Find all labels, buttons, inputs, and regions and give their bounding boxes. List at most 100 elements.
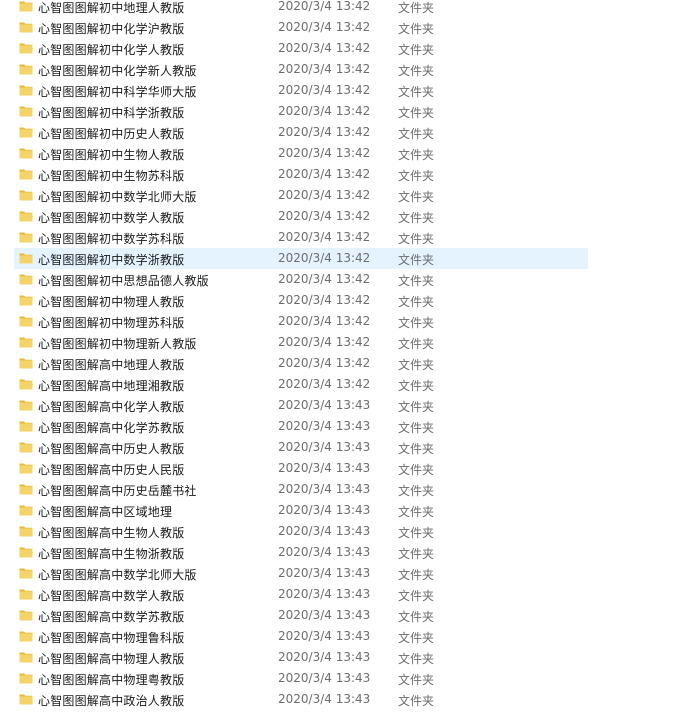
date-modified: 2020/3/4 13:42	[278, 272, 371, 286]
folder-icon	[19, 147, 33, 159]
file-name[interactable]: 心智图图解初中物理人教版	[38, 293, 184, 310]
date-modified: 2020/3/4 13:42	[278, 335, 371, 349]
folder-icon	[19, 0, 33, 12]
file-type: 文件夹	[398, 526, 435, 540]
file-type: 文件夹	[398, 169, 435, 183]
date-modified: 2020/3/4 13:43	[278, 545, 371, 559]
list-item[interactable]: 心智图图解初中历史人教版 2020/3/4 13:42 文件夹	[0, 122, 690, 143]
list-item[interactable]: 心智图图解初中生物人教版 2020/3/4 13:42 文件夹	[0, 143, 690, 164]
list-item[interactable]: 心智图图解初中数学人教版 2020/3/4 13:42 文件夹	[0, 206, 690, 227]
file-name[interactable]: 心智图图解初中物理苏科版	[38, 314, 184, 331]
folder-icon	[19, 693, 33, 705]
list-item[interactable]: 心智图图解初中思想品德人教版 2020/3/4 13:42 文件夹	[0, 269, 690, 290]
file-type: 文件夹	[398, 316, 435, 330]
file-name[interactable]: 心智图图解初中数学人教版	[38, 209, 184, 226]
list-item[interactable]: 心智图图解初中生物苏科版 2020/3/4 13:42 文件夹	[0, 164, 690, 185]
folder-icon	[19, 231, 33, 243]
list-item[interactable]: 心智图图解高中历史人教版 2020/3/4 13:43 文件夹	[0, 437, 690, 458]
date-modified: 2020/3/4 13:42	[278, 146, 371, 160]
list-item[interactable]: 心智图图解高中物理鲁科版 2020/3/4 13:43 文件夹	[0, 626, 690, 647]
file-type: 文件夹	[398, 232, 435, 246]
file-name[interactable]: 心智图图解高中生物人教版	[38, 524, 184, 541]
list-item[interactable]: 心智图图解高中历史岳麓书社 2020/3/4 13:43 文件夹	[0, 479, 690, 500]
file-list: 心智图图解初中地理人教版 2020/3/4 13:42 文件夹 心智图图解初中化学沪教…	[0, 0, 690, 710]
file-name[interactable]: 心智图图解初中数学北师大版	[38, 188, 197, 205]
file-name[interactable]: 心智图图解初中生物苏科版	[38, 167, 184, 184]
list-item[interactable]: 心智图图解高中化学人教版 2020/3/4 13:43 文件夹	[0, 395, 690, 416]
file-type: 文件夹	[398, 64, 435, 78]
date-modified: 2020/3/4 13:43	[278, 671, 371, 685]
file-name[interactable]: 心智图图解高中物理人教版	[38, 650, 184, 667]
file-name[interactable]: 心智图图解高中历史人教版	[38, 440, 184, 457]
list-item[interactable]: 心智图图解高中数学苏教版 2020/3/4 13:43 文件夹	[0, 605, 690, 626]
date-modified: 2020/3/4 13:42	[278, 251, 371, 265]
folder-icon	[19, 378, 33, 390]
file-name[interactable]: 心智图图解高中区域地理	[38, 503, 172, 520]
list-item[interactable]: 心智图图解高中数学北师大版 2020/3/4 13:43 文件夹	[0, 563, 690, 584]
list-item[interactable]: 心智图图解高中区域地理 2020/3/4 13:43 文件夹	[0, 500, 690, 521]
list-item[interactable]: 心智图图解初中物理新人教版 2020/3/4 13:42 文件夹	[0, 332, 690, 353]
file-name[interactable]: 心智图图解初中化学人教版	[38, 41, 184, 58]
file-name[interactable]: 心智图图解高中数学人教版	[38, 587, 184, 604]
file-name[interactable]: 心智图图解初中生物人教版	[38, 146, 184, 163]
file-name[interactable]: 心智图图解初中物理新人教版	[38, 335, 197, 352]
list-item[interactable]: 心智图图解高中地理人教版 2020/3/4 13:42 文件夹	[0, 353, 690, 374]
file-name[interactable]: 心智图图解高中物理鲁科版	[38, 629, 184, 646]
list-item[interactable]: 心智图图解初中地理人教版 2020/3/4 13:42 文件夹	[0, 0, 690, 17]
file-name[interactable]: 心智图图解高中地理人教版	[38, 356, 184, 373]
list-item[interactable]: 心智图图解高中政治人教版 2020/3/4 13:43 文件夹	[0, 689, 690, 710]
list-item[interactable]: 心智图图解初中化学新人教版 2020/3/4 13:42 文件夹	[0, 59, 690, 80]
file-name[interactable]: 心智图图解初中科学华师大版	[38, 83, 197, 100]
list-item[interactable]: 心智图图解高中地理湘教版 2020/3/4 13:42 文件夹	[0, 374, 690, 395]
list-item[interactable]: 心智图图解高中化学苏教版 2020/3/4 13:43 文件夹	[0, 416, 690, 437]
folder-icon	[19, 441, 33, 453]
list-item[interactable]: 心智图图解初中科学浙教版 2020/3/4 13:42 文件夹	[0, 101, 690, 122]
list-item[interactable]: 心智图图解初中物理人教版 2020/3/4 13:42 文件夹	[0, 290, 690, 311]
list-item[interactable]: 心智图图解高中生物人教版 2020/3/4 13:43 文件夹	[0, 521, 690, 542]
folder-icon	[19, 42, 33, 54]
list-item[interactable]: 心智图图解高中数学人教版 2020/3/4 13:43 文件夹	[0, 584, 690, 605]
file-name[interactable]: 心智图图解高中地理湘教版	[38, 377, 184, 394]
date-modified: 2020/3/4 13:42	[278, 20, 371, 34]
date-modified: 2020/3/4 13:43	[278, 650, 371, 664]
list-item[interactable]: 心智图图解初中数学苏科版 2020/3/4 13:42 文件夹	[0, 227, 690, 248]
file-name[interactable]: 心智图图解高中历史岳麓书社	[38, 482, 197, 499]
list-item[interactable]: 心智图图解初中科学华师大版 2020/3/4 13:42 文件夹	[0, 80, 690, 101]
file-type: 文件夹	[398, 547, 435, 561]
date-modified: 2020/3/4 13:42	[278, 230, 371, 244]
folder-icon	[19, 546, 33, 558]
file-name[interactable]: 心智图图解高中物理粤教版	[38, 671, 184, 688]
file-name[interactable]: 心智图图解初中数学浙教版	[38, 251, 184, 268]
file-name[interactable]: 心智图图解高中政治人教版	[38, 692, 184, 709]
list-item[interactable]: 心智图图解初中化学沪教版 2020/3/4 13:42 文件夹	[0, 17, 690, 38]
file-name[interactable]: 心智图图解高中历史人民版	[38, 461, 184, 478]
file-name[interactable]: 心智图图解高中生物浙教版	[38, 545, 184, 562]
file-type: 文件夹	[398, 568, 435, 582]
date-modified: 2020/3/4 13:43	[278, 419, 371, 433]
list-item[interactable]: 心智图图解高中物理粤教版 2020/3/4 13:43 文件夹	[0, 668, 690, 689]
file-type: 文件夹	[398, 673, 435, 687]
file-name[interactable]: 心智图图解高中数学北师大版	[38, 566, 197, 583]
file-name[interactable]: 心智图图解初中历史人教版	[38, 125, 184, 142]
file-name[interactable]: 心智图图解初中数学苏科版	[38, 230, 184, 247]
file-name[interactable]: 心智图图解初中科学浙教版	[38, 104, 184, 121]
list-item[interactable]: 心智图图解初中数学浙教版 2020/3/4 13:42 文件夹	[0, 248, 690, 269]
list-item[interactable]: 心智图图解初中物理苏科版 2020/3/4 13:42 文件夹	[0, 311, 690, 332]
list-item[interactable]: 心智图图解初中化学人教版 2020/3/4 13:42 文件夹	[0, 38, 690, 59]
date-modified: 2020/3/4 13:43	[278, 629, 371, 643]
file-name[interactable]: 心智图图解初中化学新人教版	[38, 62, 197, 79]
file-type: 文件夹	[398, 463, 435, 477]
list-item[interactable]: 心智图图解高中历史人民版 2020/3/4 13:43 文件夹	[0, 458, 690, 479]
list-item[interactable]: 心智图图解高中生物浙教版 2020/3/4 13:43 文件夹	[0, 542, 690, 563]
file-name[interactable]: 心智图图解高中化学苏教版	[38, 419, 184, 436]
file-name[interactable]: 心智图图解初中地理人教版	[38, 0, 184, 16]
list-item[interactable]: 心智图图解初中数学北师大版 2020/3/4 13:42 文件夹	[0, 185, 690, 206]
date-modified: 2020/3/4 13:43	[278, 482, 371, 496]
file-name[interactable]: 心智图图解高中数学苏教版	[38, 608, 184, 625]
file-name[interactable]: 心智图图解初中化学沪教版	[38, 20, 184, 37]
folder-icon	[19, 21, 33, 33]
list-item[interactable]: 心智图图解高中物理人教版 2020/3/4 13:43 文件夹	[0, 647, 690, 668]
file-name[interactable]: 心智图图解高中化学人教版	[38, 398, 184, 415]
date-modified: 2020/3/4 13:43	[278, 398, 371, 412]
file-name[interactable]: 心智图图解初中思想品德人教版	[38, 272, 209, 289]
